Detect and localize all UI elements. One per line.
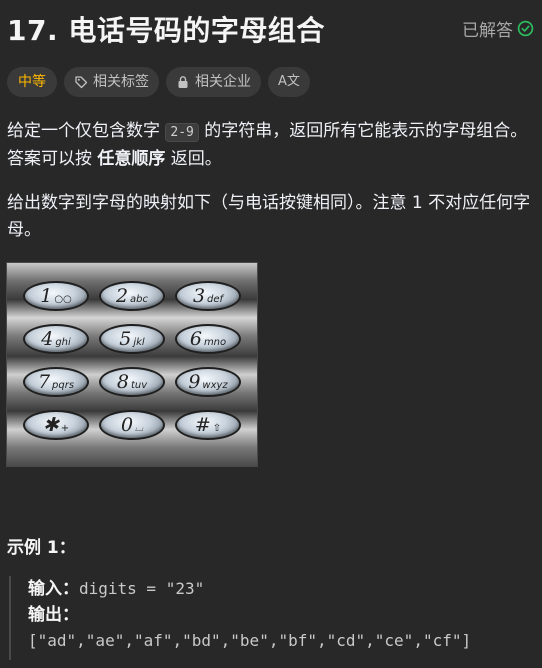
description-paragraph-1: 给定一个仅包含数字 2-9 的字符串，返回所有它能表示的字母组合。答案可以按 任…	[7, 118, 536, 173]
example-block: 输入：digits = "23" 输出： ["ad","ae","af","bd…	[9, 576, 471, 660]
keypad-key-12: # ⇧	[175, 410, 241, 440]
key-number: 2	[115, 285, 129, 307]
key-number: 7	[37, 371, 51, 393]
key-letters: pqrs	[52, 380, 75, 391]
output-value: ["ad","ae","af","bd","be","bf","cd","ce"…	[28, 631, 472, 650]
key-number: 8	[116, 371, 129, 393]
key-number: 1	[40, 285, 53, 307]
key-letters: jkl	[133, 337, 145, 348]
key-letters: wxyz	[202, 380, 228, 391]
lock-icon	[178, 76, 188, 88]
keypad-key-1: 1 ○○	[23, 281, 89, 311]
keypad-key-7: 7 pqrs	[23, 367, 89, 397]
keypad-key-10: ✱ +	[23, 410, 89, 440]
key-letters: mno	[203, 337, 227, 348]
keypad-key-3: 3 def	[175, 281, 241, 311]
output-label: 输出：	[28, 605, 79, 625]
input-label: 输入：	[28, 579, 79, 599]
desc-text: 返回。	[165, 149, 222, 169]
solved-label: 已解答	[462, 21, 513, 41]
key-number: 9	[188, 371, 201, 393]
keypad-key-11: 0 ⌴	[99, 410, 165, 440]
key-letters: ghi	[55, 337, 71, 348]
related-companies-label: 相关企业	[195, 74, 251, 90]
difficulty-badge[interactable]: 中等	[7, 67, 57, 97]
description-paragraph-2: 给出数字到字母的映射如下（与电话按键相同）。注意 1 不对应任何字母。	[7, 193, 531, 240]
input-value: digits = "23"	[79, 579, 205, 598]
key-number: 6	[189, 328, 202, 350]
example-title: 示例 1：	[7, 538, 76, 558]
key-number: 3	[192, 285, 206, 307]
key-letters: ⇧	[212, 423, 222, 434]
translate-icon: A文	[278, 74, 300, 89]
keypad-key-9: 9 wxyz	[175, 367, 241, 397]
key-letters: +	[60, 423, 70, 434]
related-tags-button[interactable]: 相关标签	[64, 67, 159, 97]
keypad-key-6: 6 mno	[175, 324, 241, 354]
desc-text: 给定一个仅包含数字	[7, 121, 166, 141]
key-number: #	[194, 414, 211, 436]
key-letters: ○○	[54, 294, 72, 305]
bold-any-order: 任意顺序	[97, 149, 166, 169]
title-row: 17. 电话号码的字母组合 已解答	[7, 9, 534, 49]
translate-button[interactable]: A文	[268, 67, 310, 97]
related-companies-button[interactable]: 相关企业	[166, 67, 261, 97]
key-letters: abc	[130, 294, 149, 305]
related-tags-label: 相关标签	[93, 74, 149, 90]
key-number: 0	[120, 414, 134, 436]
key-number: 4	[41, 328, 54, 350]
example-output-label-line: 输出：	[28, 602, 471, 628]
phone-keypad-image: 1 ○○ 2 abc 3 def 4 ghi 5 jkl 6 mno 7 pqrs 8 tuv 9 wxyz ✱ +0…	[6, 262, 258, 467]
key-number: 5	[119, 328, 132, 350]
keypad-key-8: 8 tuv	[99, 367, 165, 397]
keypad-key-5: 5 jkl	[99, 324, 165, 354]
example-input-line: 输入：digits = "23"	[28, 576, 471, 602]
inline-code-range: 2-9	[165, 123, 199, 142]
keypad-key-2: 2 abc	[99, 281, 165, 311]
key-letters: ⌴	[135, 423, 144, 434]
keypad-key-4: 4 ghi	[23, 324, 89, 354]
example-output-value-line: ["ad","ae","af","bd","be","bf","cd","ce"…	[28, 628, 471, 654]
tag-icon	[75, 76, 88, 89]
problem-title: 17. 电话号码的字母组合	[7, 14, 325, 47]
key-number: ✱	[42, 414, 59, 436]
key-letters: tuv	[130, 380, 148, 391]
check-circle-icon	[517, 20, 534, 37]
tag-bar: 中等 相关标签 相关企业 A文	[7, 67, 310, 97]
solved-status: 已解答	[462, 16, 534, 41]
key-letters: def	[207, 294, 224, 305]
